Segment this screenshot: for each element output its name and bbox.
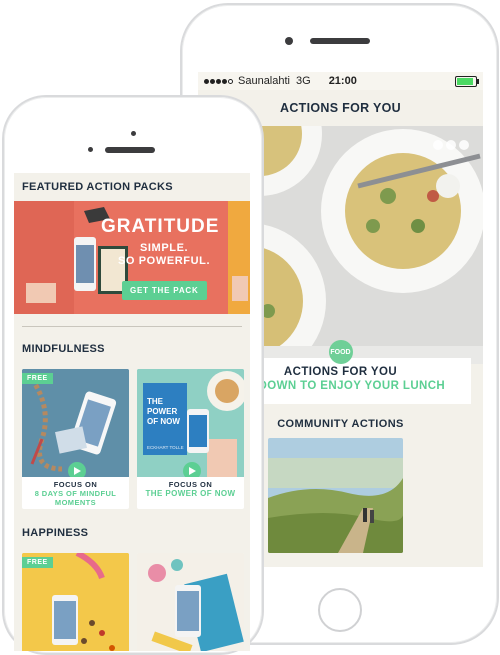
food-badge: FOOD [328, 340, 353, 364]
earpiece-speaker [105, 147, 155, 153]
book-illustration [137, 553, 244, 651]
free-badge: FREE [22, 557, 53, 568]
happiness-card-image: FREE [22, 553, 129, 651]
play-icon[interactable] [68, 462, 86, 477]
card-focus-label: FOCUS ON [168, 480, 213, 489]
featured-heading: FEATURED ACTION PACKS [22, 181, 173, 193]
power-card-image: THE POWER OF NOW ECKHART TOLLE [137, 369, 244, 477]
status-bar: Saunalahti 3G 21:00 [198, 72, 483, 90]
front-phone-frame: FEATURED ACTION PACKS GRATITUDE SIMPLE. … [2, 95, 264, 655]
beads-illustration [22, 369, 129, 477]
front-camera [88, 147, 93, 152]
power-of-now-card[interactable]: THE POWER OF NOW ECKHART TOLLE FOCUS ON … [137, 369, 244, 509]
card-focus-label: FOCUS ON [53, 480, 98, 489]
network-type: 3G [296, 75, 311, 87]
front-phone-screen: FEATURED ACTION PACKS GRATITUDE SIMPLE. … [14, 173, 250, 651]
clock: 21:00 [328, 75, 357, 87]
mindful-moments-card[interactable]: FREE FOCUS ON 8 DAYS OF MINDFUL MOMENTS [22, 369, 129, 509]
happiness-card-2[interactable] [137, 553, 244, 651]
gratitude-banner[interactable]: GRATITUDE SIMPLE. SO POWERFUL. GET THE P… [14, 201, 250, 314]
get-the-pack-button[interactable]: GET THE PACK [122, 281, 207, 300]
signal-icon [204, 75, 234, 87]
front-camera [285, 37, 293, 45]
battery-icon [455, 75, 479, 87]
free-badge: FREE [22, 373, 53, 384]
play-icon[interactable] [183, 462, 201, 477]
home-button[interactable] [318, 588, 362, 632]
mindful-card-image: FREE [22, 369, 129, 477]
happiness-card-1[interactable]: FREE [22, 553, 129, 651]
hills-illustration [268, 438, 403, 553]
happiness-card-image [137, 553, 244, 651]
book-author: ECKHART TOLLE [147, 445, 184, 450]
banner-subtitle: SIMPLE. SO POWERFUL. [118, 242, 210, 268]
proximity-sensor [131, 131, 136, 136]
banner-line-1: SIMPLE. [139, 242, 189, 254]
card-title: 8 DAYS OF MINDFUL MOMENTS [34, 489, 117, 507]
card-title: THE POWER OF NOW [145, 489, 236, 498]
banner-line-2: SO POWERFUL. [118, 255, 211, 267]
hills-photo[interactable] [268, 438, 403, 553]
banner-title: GRATITUDE [101, 216, 220, 237]
book-title: THE POWER OF NOW [147, 397, 180, 426]
mindfulness-heading: MINDFULNESS [22, 343, 105, 355]
pager-dots[interactable] [433, 140, 469, 150]
carrier-name: Saunalahti [238, 75, 290, 87]
happiness-heading: HAPPINESS [22, 527, 89, 539]
earpiece-speaker [310, 38, 370, 44]
